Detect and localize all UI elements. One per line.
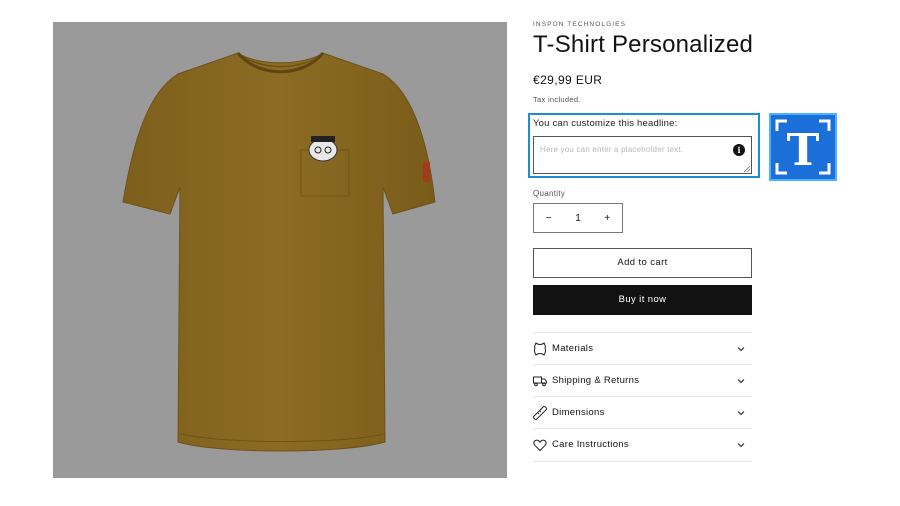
- product-title: T-Shirt Personalized: [533, 31, 754, 58]
- resize-handle-icon[interactable]: [744, 166, 750, 172]
- chevron-down-icon: [737, 378, 745, 383]
- product-image[interactable]: [53, 22, 507, 478]
- accordion-materials[interactable]: Materials: [533, 332, 752, 364]
- quantity-stepper: − 1 +: [533, 203, 623, 233]
- info-icon[interactable]: i: [733, 144, 745, 156]
- quantity-increase-button[interactable]: +: [593, 213, 622, 224]
- accordion-care[interactable]: Care Instructions: [533, 428, 752, 460]
- headline-placeholder: Here you can enter a placeholder text.: [540, 145, 684, 154]
- leather-icon: [533, 341, 547, 356]
- customization-label: You can customize this headline:: [533, 118, 678, 129]
- chevron-down-icon: [737, 410, 745, 415]
- vendor-name: INSPON TECHNOLGIES: [533, 21, 627, 28]
- accordion-shipping[interactable]: Shipping & Returns: [533, 364, 752, 396]
- accordion-label: Dimensions: [552, 407, 605, 418]
- truck-icon: [533, 374, 547, 388]
- text-tool-icon: T: [775, 119, 831, 176]
- bear-graphic: [308, 136, 338, 162]
- product-price: €29,99 EUR: [533, 73, 603, 87]
- accordion-label: Care Instructions: [552, 439, 629, 450]
- accordion-divider: [533, 461, 752, 462]
- quantity-label: Quantity: [533, 189, 566, 198]
- accordion-label: Shipping & Returns: [552, 375, 640, 386]
- chevron-down-icon: [737, 346, 745, 351]
- headline-textarea[interactable]: Here you can enter a placeholder text. i: [533, 136, 752, 174]
- chevron-down-icon: [737, 442, 745, 447]
- accordion-label: Materials: [552, 343, 594, 354]
- add-to-cart-button[interactable]: Add to cart: [533, 248, 752, 278]
- quantity-input[interactable]: 1: [563, 213, 592, 224]
- logo-letter: T: [787, 125, 820, 176]
- heart-icon: [533, 438, 547, 452]
- tax-note: Tax included.: [533, 95, 581, 104]
- accordion-dimensions[interactable]: Dimensions: [533, 396, 752, 428]
- text-customizer-logo: T: [769, 113, 837, 181]
- quantity-decrease-button[interactable]: −: [534, 213, 563, 224]
- tshirt-image: [122, 52, 436, 452]
- ruler-icon: [533, 405, 547, 420]
- buy-now-button[interactable]: Buy it now: [533, 285, 752, 315]
